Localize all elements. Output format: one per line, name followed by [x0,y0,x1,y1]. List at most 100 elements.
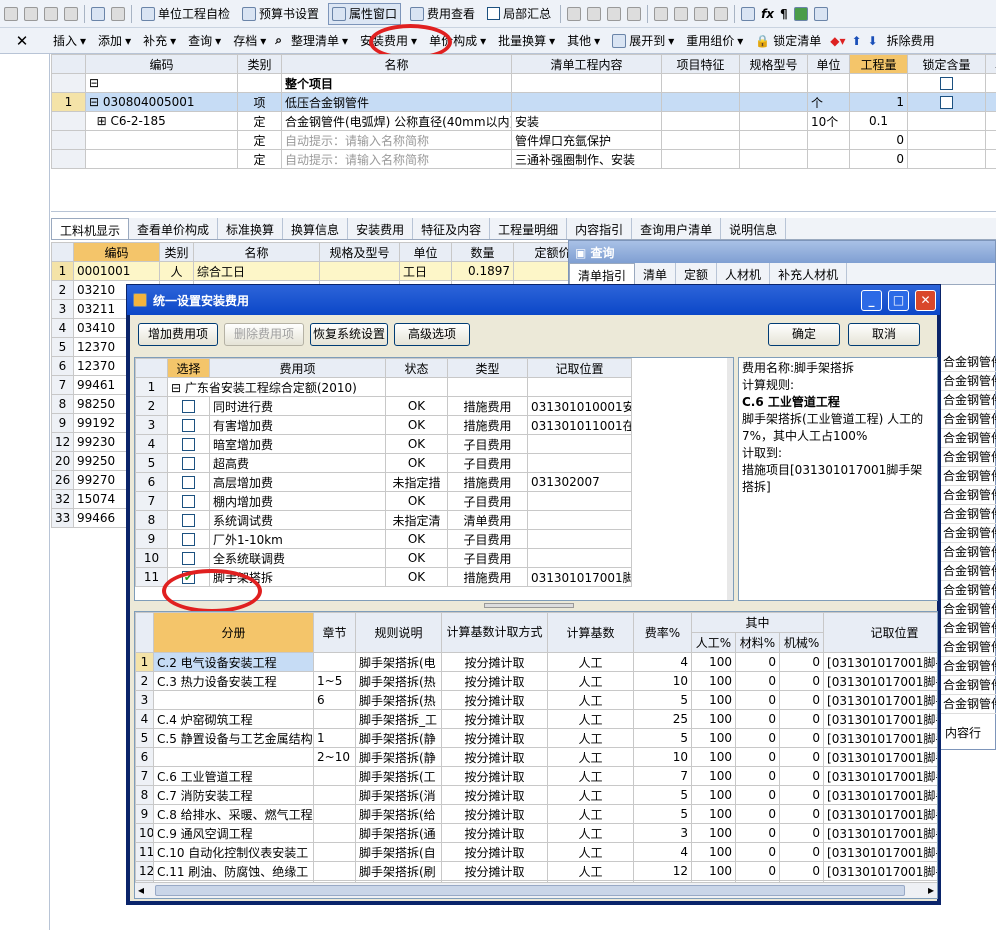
cell-position[interactable]: [031301017001脚手架 [823,690,937,710]
fee-status[interactable]: OK [385,415,448,435]
delete-icon[interactable] [64,6,78,21]
cell-chapter[interactable] [313,804,356,824]
cell[interactable] [849,73,908,93]
cell-machine[interactable]: 0 [778,785,825,805]
cell-rate[interactable]: 12 [633,861,692,881]
cell-rule[interactable]: 脚手架搭拆(自 [355,842,442,862]
partial-summary-checkbox[interactable] [487,7,501,20]
col-header[interactable]: 规格型号 [739,54,808,74]
cell-rule[interactable]: 脚手架搭拆(通 [355,823,442,843]
col-header[interactable]: 机械% [778,632,825,653]
col-header[interactable]: 计算基数 [547,612,634,653]
last-icon[interactable] [627,6,642,21]
cell-base[interactable]: 人工 [547,823,634,843]
cell-rule[interactable]: 脚手架搭拆(静 [355,728,442,748]
down-icon[interactable]: ⬇ [868,34,878,48]
cell-spec[interactable] [319,261,400,281]
cell-content[interactable]: 安装 [511,111,662,131]
query-list-item[interactable]: 合金钢管件 [941,657,996,676]
fee-position[interactable]: 031301011001在 [527,415,632,435]
query-list-item[interactable]: 合金钢管件 [941,524,996,543]
col-header[interactable]: 费率% [633,612,692,653]
cell-labor[interactable]: 100 [691,747,736,767]
advanced-options-button[interactable]: 高级选项 [394,323,470,346]
select-cell[interactable] [167,529,210,549]
tab-features[interactable]: 特征及内容 [413,218,491,239]
paragraph-icon[interactable]: ¶ [780,7,788,21]
fee-position[interactable] [527,377,632,397]
fee-name[interactable]: 全系统联调费 [209,548,386,568]
cell-material[interactable]: 0 [735,709,780,729]
query-list-item[interactable]: 合金钢管件 [941,676,996,695]
fee-row[interactable]: 6 高层增加费 未指定措 措施费用 031302007 [135,472,632,492]
col-header[interactable]: 编码 [85,54,238,74]
fee-type[interactable]: 措施费用 [447,472,528,492]
cell-labor[interactable]: 100 [691,671,736,691]
detail-row[interactable]: 1 C.2 电气设备安装工程 脚手架搭拆(电 按分摊计取 人工 4 100 0 0 [031301… [135,652,937,672]
detail-row[interactable]: 12 C.11 刷油、防腐蚀、绝缘工 脚手架搭拆(刷 按分摊计取 人工 12 100 0 0 [0… [135,861,937,881]
col-header[interactable]: 选择 [167,358,210,378]
cell[interactable]: 2 [985,111,996,131]
calculator-icon[interactable] [741,6,756,21]
cell-rate[interactable]: 10 [633,747,692,767]
cell-book[interactable]: C.11 刷油、防腐蚀、绝缘工 [153,861,314,881]
tab-convert-info[interactable]: 换算信息 [283,218,349,239]
paste-icon[interactable] [44,6,58,21]
cell-rate[interactable]: 5 [633,785,692,805]
cell-chapter[interactable]: 6 [313,690,356,710]
fee-type[interactable] [447,377,528,397]
close-icon[interactable]: ✕ [0,32,44,50]
cell-position[interactable]: [031301017001脚手架 [823,785,937,805]
detail-row[interactable]: 11 C.10 自动化控制仪表安装工 脚手架搭拆(自 按分摊计取 人工 4 100 0 0 [03… [135,842,937,862]
cell-mode[interactable]: 按分摊计取 [441,690,548,710]
cell-book[interactable]: C.7 消防安装工程 [153,785,314,805]
cell-rate[interactable]: 5 [633,690,692,710]
select-cell[interactable] [167,434,210,454]
cell[interactable] [661,149,740,169]
cell-type[interactable] [237,73,282,93]
cell[interactable] [661,92,740,112]
cell[interactable] [907,111,986,131]
cell-rate[interactable]: 4 [633,842,692,862]
list-icon[interactable] [813,6,828,21]
col-header[interactable]: 类别 [159,242,194,262]
select-cell[interactable] [167,510,210,530]
cell-base[interactable]: 人工 [547,766,634,786]
fee-row[interactable]: 9 厂外1-10km OK 子目费用 [135,529,632,549]
cell-chapter[interactable]: 1 [313,728,356,748]
fee-status[interactable]: OK [385,548,448,568]
cell-name[interactable]: 合金钢管件(电弧焊) 公称直径(40mm以内) [281,111,512,131]
budget-settings-button[interactable]: 预算书设置 [239,3,322,25]
fee-checkbox[interactable] [182,495,195,508]
cell-rule[interactable]: 脚手架搭拆(工 [355,766,442,786]
fee-row[interactable]: 10 全系统联调费 OK 子目费用 [135,548,632,568]
property-window-button[interactable]: 属性窗口 [328,2,402,25]
cell-rule[interactable]: 脚手架搭拆(消 [355,785,442,805]
cell-rule[interactable]: 脚手架搭拆(静 [355,747,442,767]
col-header[interactable]: 项目特征 [661,54,740,74]
tab-user-list[interactable]: 查询用户清单 [632,218,722,239]
query-list-item[interactable]: 合金钢管件 [941,391,996,410]
fee-position[interactable] [527,529,632,549]
cell-machine[interactable]: 0 [778,804,825,824]
cell-base[interactable]: 人工 [547,747,634,767]
cell-name[interactable]: 自动提示：请输入名称简称 [281,149,512,169]
col-header[interactable]: 类别 [237,54,282,74]
fee-name[interactable]: 暗室增加费 [209,434,386,454]
detail-row[interactable]: 6 2~10 脚手架搭拆(静 按分摊计取 人工 10 100 0 0 [031301017001脚… [135,747,937,767]
horizontal-scrollbar[interactable]: ◂ ▸ [135,882,937,898]
cell-content[interactable] [511,73,662,93]
cell-unit[interactable]: 工日 [399,261,452,281]
cell-material[interactable]: 0 [735,785,780,805]
cell-material[interactable]: 0 [735,804,780,824]
cell-material[interactable]: 0 [735,766,780,786]
cell-price[interactable] [513,261,571,281]
cell-rule[interactable]: 脚手架搭拆_工 [355,709,442,729]
fee-checkbox[interactable] [182,514,195,527]
cell-unit[interactable]: 10个 [807,111,850,131]
cell-mode[interactable]: 按分摊计取 [441,747,548,767]
cell-content[interactable]: 三通补强圈制作、安装 [511,149,662,169]
cell-chapter[interactable]: 2~10 [313,747,356,767]
cell-book[interactable]: C.6 工业管道工程 [153,766,314,786]
fee-status[interactable]: OK [385,453,448,473]
